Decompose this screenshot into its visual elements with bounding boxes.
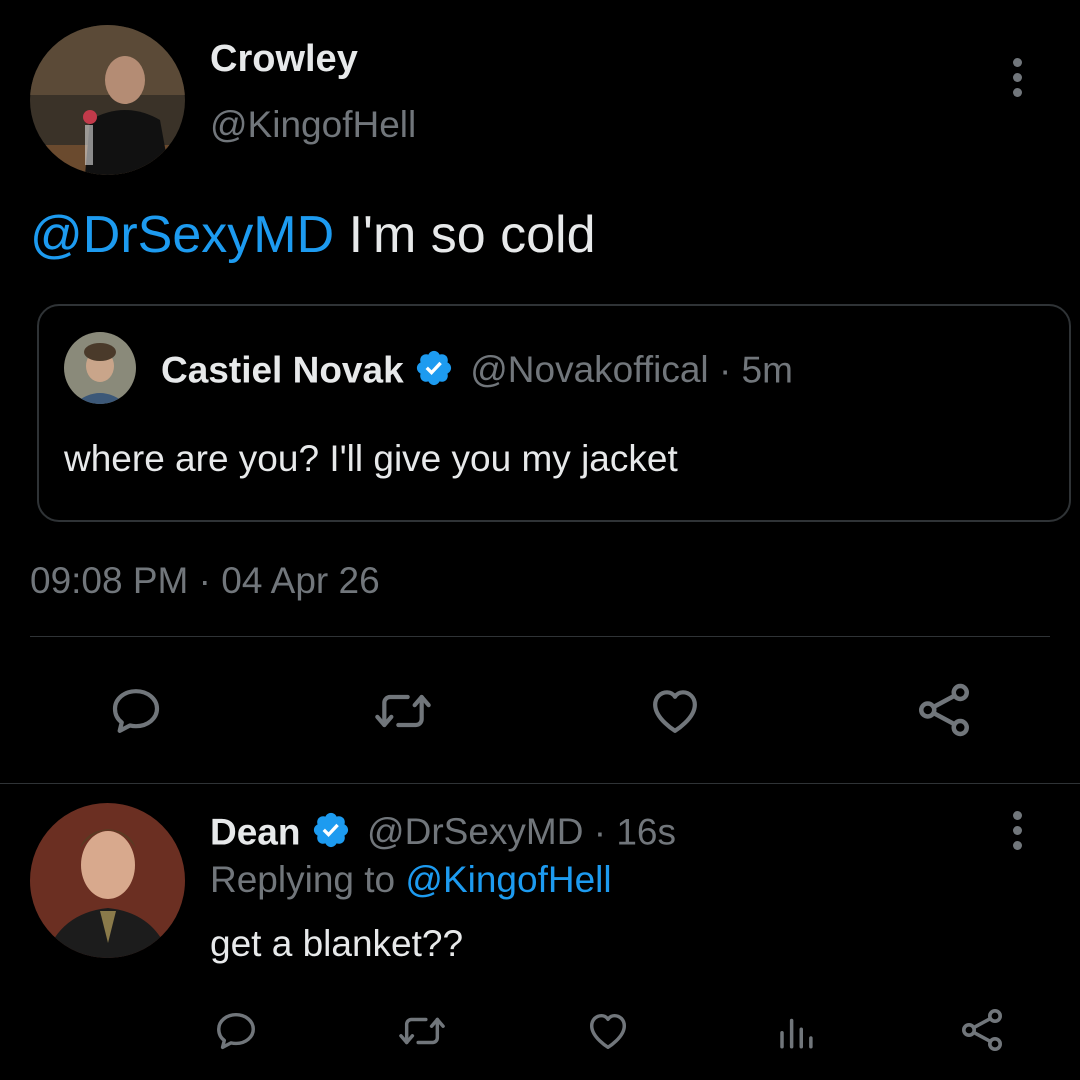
retweet-icon[interactable] [396, 1008, 448, 1054]
reply-author-handle[interactable]: @DrSexyMD [367, 811, 583, 852]
author-name[interactable]: Crowley [210, 38, 358, 81]
verified-badge-icon [311, 810, 351, 859]
analytics-icon[interactable] [775, 1010, 817, 1052]
quoted-author-name[interactable]: Castiel Novak [161, 349, 404, 390]
reply-author-name[interactable]: Dean [210, 811, 300, 852]
mention-link[interactable]: @DrSexyMD [30, 206, 334, 264]
retweet-icon[interactable] [372, 683, 434, 739]
share-icon[interactable] [958, 1006, 1006, 1054]
quoted-text: where are you? I'll give you my jacket [64, 438, 678, 479]
verified-badge-icon [414, 348, 454, 397]
reply-author-avatar[interactable] [30, 803, 185, 958]
quoted-author-avatar [64, 332, 136, 404]
divider [30, 636, 1050, 637]
quoted-header: Castiel Novak @Novakoffical · 5m [161, 348, 793, 397]
reply-text: get a blanket?? [210, 923, 464, 964]
reply-time: · 16s [593, 811, 676, 853]
author-avatar[interactable] [30, 25, 185, 175]
replying-to: Replying to @KingofHell [210, 859, 612, 901]
tweet-timestamp[interactable]: 09:08 PM · 04 Apr 26 [30, 560, 380, 602]
tweet-body: I'm so cold [334, 206, 596, 264]
reply-header: Dean @DrSexyMD · 16s [210, 810, 676, 859]
heart-icon[interactable] [584, 1008, 632, 1054]
tweet-text: @DrSexyMD I'm so cold [30, 205, 596, 265]
replying-to-handle[interactable]: @KingofHell [405, 859, 611, 900]
quoted-tweet-card[interactable]: Castiel Novak @Novakoffical · 5m where a… [37, 304, 1071, 522]
more-options-icon[interactable] [1012, 811, 1024, 856]
divider [0, 783, 1080, 784]
heart-icon[interactable] [646, 683, 704, 739]
reply-icon[interactable] [213, 1008, 259, 1054]
reply-icon[interactable] [108, 683, 164, 739]
share-icon[interactable] [914, 680, 974, 740]
author-handle[interactable]: @KingofHell [210, 104, 416, 146]
quoted-author-handle[interactable]: @Novakoffical [470, 349, 708, 390]
replying-to-label: Replying to [210, 859, 406, 900]
quoted-time: · 5m [718, 349, 793, 391]
more-options-icon[interactable] [1012, 58, 1024, 103]
